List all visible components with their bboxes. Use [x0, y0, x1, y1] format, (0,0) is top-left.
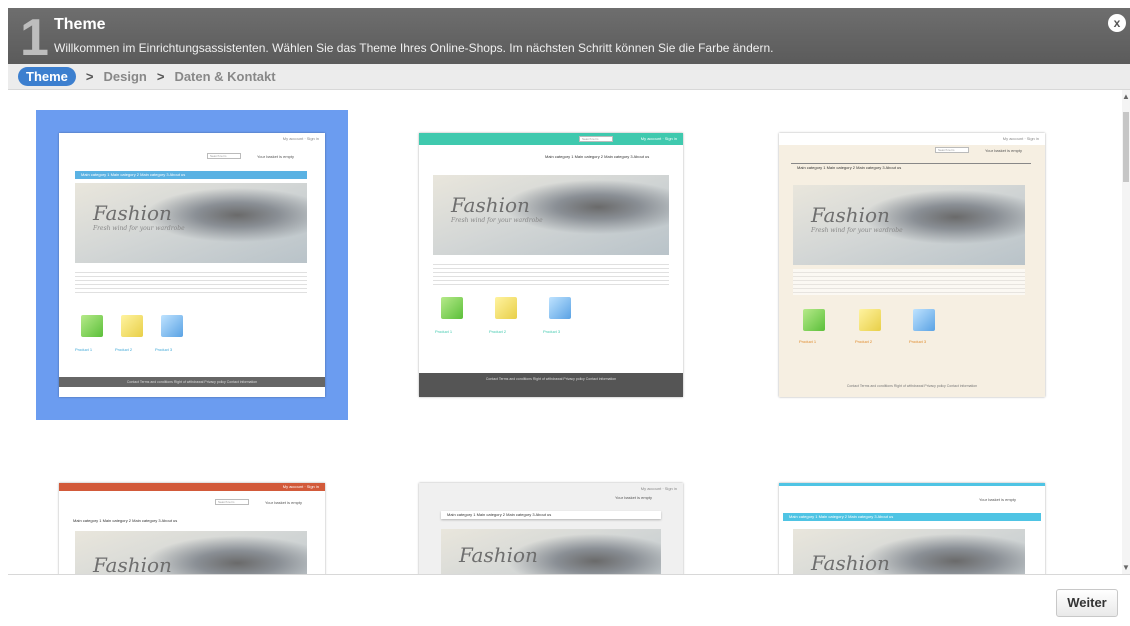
thumb-product-label: Product 2: [489, 329, 507, 334]
theme-thumbnail: My account · Sign in Search term Main ca…: [419, 133, 683, 397]
thumb-nav: Main category 1 Main category 2 Main cat…: [545, 154, 650, 159]
thumb-hero-title: Fashion: [93, 553, 172, 574]
product-cube-icon: [121, 315, 143, 337]
breadcrumb: Theme > Design > Daten & Kontakt: [8, 64, 1130, 90]
theme-card-6[interactable]: Your basket is empty Main category 1 Mai…: [766, 460, 1066, 574]
thumb-product-label: Product 3: [909, 339, 927, 344]
thumb-hero-tagline: Fresh wind for your wardrobe: [811, 227, 903, 234]
thumb-hero-title: Fashion: [811, 203, 890, 227]
thumb-hero-title: Fashion: [459, 543, 538, 567]
vertical-scrollbar[interactable]: ▲ ▼: [1122, 90, 1130, 574]
thumb-nav: Main category 1 Main category 2 Main cat…: [75, 171, 307, 179]
step-number: 1: [20, 9, 49, 67]
scrollbar-thumb[interactable]: [1123, 112, 1129, 182]
thumb-hero: Fashion: [793, 529, 1025, 574]
breadcrumb-item-daten-kontakt[interactable]: Daten & Kontakt: [174, 69, 275, 84]
product-cube-icon: [549, 297, 571, 319]
thumb-nav: Main category 1 Main category 2 Main cat…: [73, 518, 178, 523]
thumb-nav: Main category 1 Main category 2 Main cat…: [791, 163, 1031, 171]
thumb-top-links: My account · Sign in: [779, 133, 1045, 145]
theme-card-3[interactable]: My account · Sign in Search term Your ba…: [766, 110, 1066, 420]
product-cube-icon: [161, 315, 183, 337]
thumb-top-accent: [779, 483, 1045, 486]
theme-card-1[interactable]: My account · Sign in Search term Your ba…: [36, 110, 348, 420]
thumb-hero: Fashion Fresh wind for your wardrobe: [75, 183, 307, 263]
wizard-footer: Weiter: [8, 574, 1130, 626]
theme-thumbnail: My account · Sign in Search term Your ba…: [59, 483, 325, 574]
breadcrumb-separator: >: [156, 69, 165, 84]
theme-card-4[interactable]: My account · Sign in Search term Your ba…: [36, 460, 348, 574]
theme-thumbnail: My account · Sign in Search term Your ba…: [59, 133, 325, 397]
breadcrumb-item-theme[interactable]: Theme: [18, 67, 76, 86]
thumb-cart-text: Your basket is empty: [615, 495, 652, 500]
thumb-top-links: My account · Sign in: [59, 483, 325, 491]
thumb-hero: Fashion: [75, 531, 307, 574]
thumb-product-label: Product 3: [543, 329, 561, 334]
theme-thumbnail: My account · Sign in Search term Your ba…: [779, 133, 1045, 397]
breadcrumb-item-design[interactable]: Design: [104, 69, 147, 84]
product-cube-icon: [441, 297, 463, 319]
theme-grid: My account · Sign in Search term Your ba…: [8, 90, 1122, 574]
thumb-top-links: My account · Sign in: [640, 486, 677, 491]
step-title: Theme: [54, 16, 106, 33]
theme-card-2[interactable]: My account · Sign in Search term Main ca…: [406, 110, 706, 420]
thumb-hero-tagline: Fresh wind for your wardrobe: [451, 217, 543, 224]
thumb-search: Search term: [579, 136, 613, 142]
theme-thumbnail: My account · Sign in Your basket is empt…: [419, 483, 683, 574]
thumb-footer: Contact Terms and conditions Right of wi…: [59, 377, 325, 387]
thumb-text-block: [75, 269, 307, 295]
thumb-top-links: My account · Sign in: [282, 136, 319, 141]
close-icon[interactable]: x: [1108, 14, 1126, 32]
thumb-product-label: Product 3: [155, 347, 173, 352]
thumb-text-block: [433, 261, 669, 287]
thumb-hero-title: Fashion: [93, 201, 172, 225]
scroll-up-icon[interactable]: ▲: [1122, 92, 1130, 101]
thumb-cart-text: Your basket is empty: [257, 154, 294, 159]
thumb-hero-tagline: Fresh wind for your wardrobe: [93, 225, 185, 232]
thumb-text-block: [793, 269, 1025, 295]
thumb-hero-title: Fashion: [811, 551, 890, 574]
wizard-header: 1 Theme Willkommen im Einrichtungsassist…: [8, 8, 1130, 67]
thumb-search: Search term: [207, 153, 241, 159]
thumb-top-links: My account · Sign in: [419, 133, 683, 145]
product-cube-icon: [803, 309, 825, 331]
thumb-hero: Fashion Fresh wind for your wardrobe: [793, 185, 1025, 265]
thumb-hero: Fashion Fresh wind for your wardrobe: [433, 175, 669, 255]
thumb-search: Search term: [935, 147, 969, 153]
product-cube-icon: [495, 297, 517, 319]
thumb-product-label: Product 1: [799, 339, 817, 344]
thumb-product-label: Product 2: [855, 339, 873, 344]
thumb-cart-text: Your basket is empty: [985, 148, 1022, 153]
thumb-product-label: Product 2: [115, 347, 133, 352]
theme-card-5[interactable]: My account · Sign in Your basket is empt…: [406, 460, 706, 574]
breadcrumb-separator: >: [85, 69, 94, 84]
thumb-nav: Main category 1 Main category 2 Main cat…: [441, 511, 661, 519]
thumb-nav: Main category 1 Main category 2 Main cat…: [783, 513, 1041, 521]
product-cube-icon: [859, 309, 881, 331]
thumb-cart-text: Your basket is empty: [979, 497, 1016, 502]
theme-thumbnail: Your basket is empty Main category 1 Mai…: [779, 483, 1045, 574]
thumb-hero: Fashion: [441, 529, 661, 574]
thumb-hero-title: Fashion: [451, 193, 530, 217]
scroll-down-icon[interactable]: ▼: [1122, 563, 1130, 572]
thumb-search: Search term: [215, 499, 249, 505]
thumb-footer: Contact Terms and conditions Right of wi…: [846, 384, 978, 388]
step-description: Willkommen im Einrichtungsassistenten. W…: [54, 41, 774, 55]
thumb-cart-text: Your basket is empty: [265, 500, 302, 505]
next-button[interactable]: Weiter: [1056, 589, 1118, 617]
product-cube-icon: [81, 315, 103, 337]
thumb-product-label: Product 1: [435, 329, 453, 334]
product-cube-icon: [913, 309, 935, 331]
thumb-footer: Contact Terms and conditions Right of wi…: [419, 373, 683, 397]
thumb-product-label: Product 1: [75, 347, 93, 352]
